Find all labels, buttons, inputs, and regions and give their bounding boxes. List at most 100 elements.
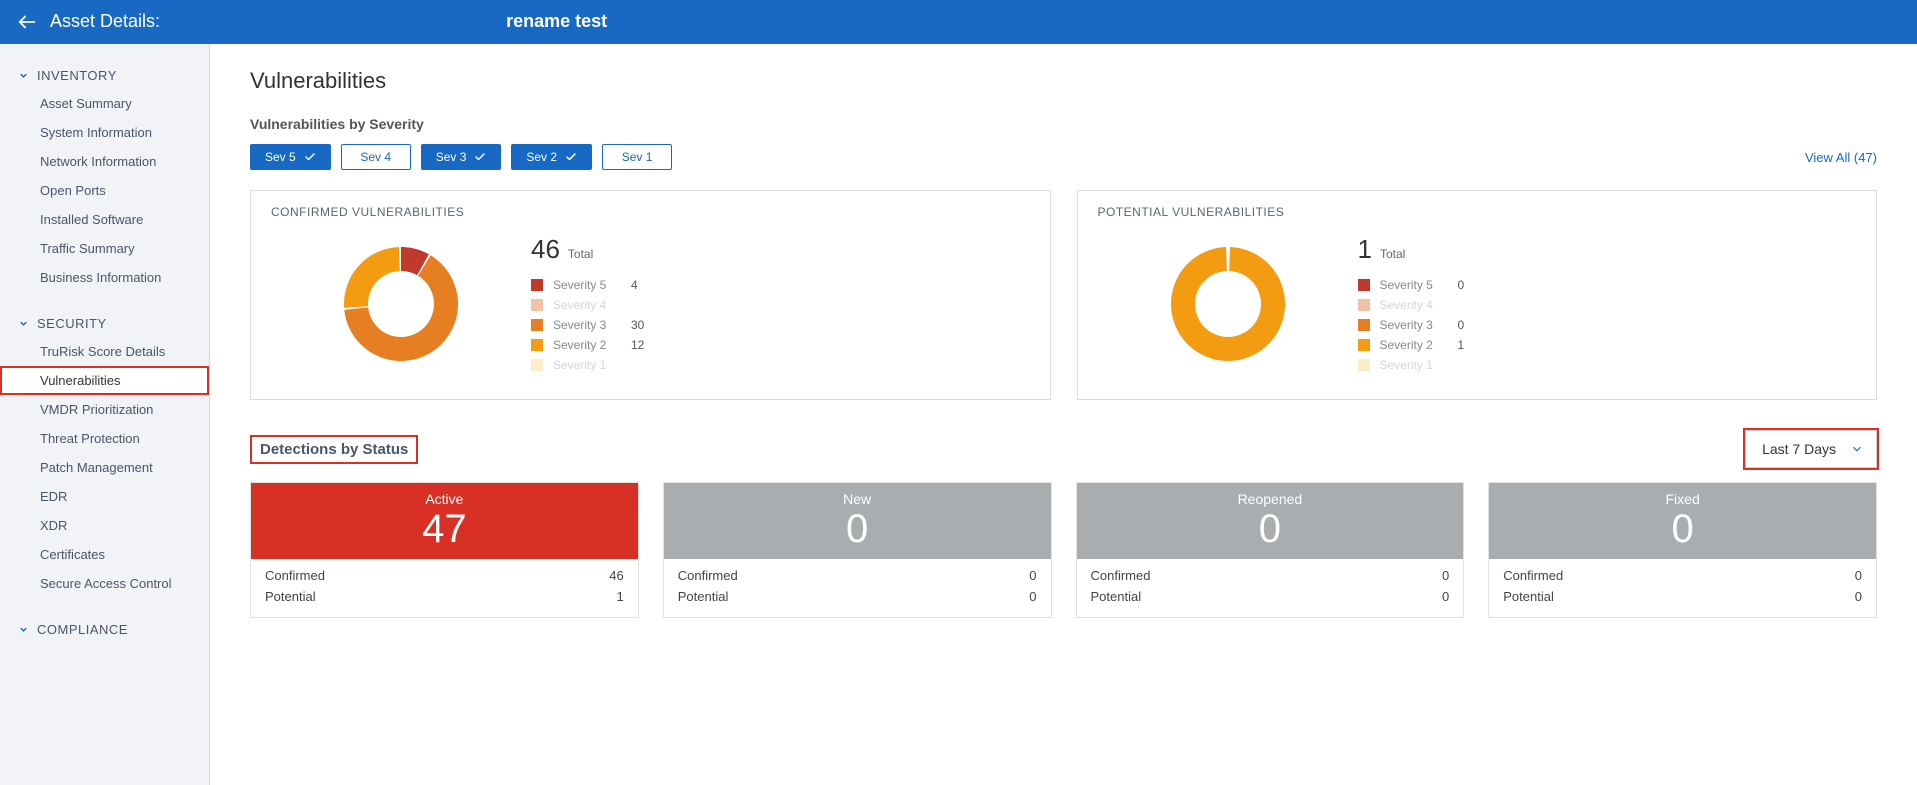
- status-name: Active: [259, 491, 630, 507]
- status-count: 0: [672, 509, 1043, 549]
- sidebar-item-system-information[interactable]: System Information: [0, 118, 209, 147]
- sidebar-item-patch-management[interactable]: Patch Management: [0, 453, 209, 482]
- legend-label: Severity 5: [553, 278, 621, 292]
- vulnerability-cards-row: CONFIRMED VULNERABILITIES 46 Total Sever…: [250, 190, 1877, 400]
- potential-vulnerabilities-card: POTENTIAL VULNERABILITIES 1 Total Severi…: [1077, 190, 1878, 400]
- sidebar-item-vulnerabilities[interactable]: Vulnerabilities: [0, 366, 209, 395]
- severity-filter-row: Sev 5 Sev 4 Sev 3 Sev 2 Sev 1 View All (47): [250, 144, 1877, 170]
- chevron-down-icon: [18, 70, 29, 81]
- sidebar-group-compliance[interactable]: COMPLIANCE: [0, 616, 209, 643]
- section-vuln-by-severity: Vulnerabilities by Severity: [250, 116, 1877, 132]
- sidebar-item-xdr[interactable]: XDR: [0, 511, 209, 540]
- status-card-new[interactable]: New0Confirmed0Potential0: [663, 482, 1052, 618]
- legend-row-sev1: Severity 1: [531, 355, 1030, 375]
- detections-header: Detections by Status Last 7 Days: [250, 430, 1877, 468]
- status-potential-row: Potential1: [265, 586, 624, 607]
- view-all-link[interactable]: View All (47): [1805, 150, 1877, 165]
- severity-swatch-icon: [531, 279, 543, 291]
- confirmed-vulnerabilities-card: CONFIRMED VULNERABILITIES 46 Total Sever…: [250, 190, 1051, 400]
- severity-swatch-icon: [1358, 299, 1370, 311]
- severity-filter-sev5[interactable]: Sev 5: [250, 144, 331, 170]
- status-card-body: Confirmed46Potential1: [251, 559, 638, 617]
- potential-legend: 1 Total Severity 50Severity 4Severity 30…: [1358, 234, 1857, 375]
- legend-row-sev3: Severity 30: [1358, 315, 1857, 335]
- legend-value: 0: [1458, 278, 1465, 292]
- legend-row-sev3: Severity 3 30: [531, 315, 1030, 335]
- status-confirmed-row: Confirmed46: [265, 565, 624, 586]
- legend-label: Severity 1: [1380, 358, 1448, 372]
- chevron-down-icon: [18, 624, 29, 635]
- sidebar-item-certificates[interactable]: Certificates: [0, 540, 209, 569]
- status-confirmed-row: Confirmed0: [1091, 565, 1450, 586]
- status-card-fixed[interactable]: Fixed0Confirmed0Potential0: [1488, 482, 1877, 618]
- date-range-select[interactable]: Last 7 Days: [1745, 430, 1877, 468]
- check-icon: [474, 151, 486, 163]
- status-card-reopened[interactable]: Reopened0Confirmed0Potential0: [1076, 482, 1465, 618]
- status-card-header: Fixed0: [1489, 483, 1876, 559]
- sidebar-item-asset-summary[interactable]: Asset Summary: [0, 89, 209, 118]
- sidebar-item-edr[interactable]: EDR: [0, 482, 209, 511]
- legend-label: Severity 4: [553, 298, 621, 312]
- detections-by-status-title: Detections by Status: [250, 435, 418, 464]
- confirmed-card-title: CONFIRMED VULNERABILITIES: [271, 205, 1030, 219]
- legend-row-sev5: Severity 5 4: [531, 275, 1030, 295]
- severity-swatch-icon: [531, 339, 543, 351]
- sidebar-item-secure-access-control[interactable]: Secure Access Control: [0, 569, 209, 598]
- potential-card-title: POTENTIAL VULNERABILITIES: [1098, 205, 1857, 219]
- sidebar-group-inventory[interactable]: INVENTORY: [0, 62, 209, 89]
- severity-filter-sev3[interactable]: Sev 3: [421, 144, 502, 170]
- sidebar: INVENTORYAsset SummarySystem Information…: [0, 44, 210, 785]
- severity-swatch-icon: [1358, 279, 1370, 291]
- severity-swatch-icon: [531, 359, 543, 371]
- potential-donut-chart: [1098, 229, 1358, 379]
- page-header-title: Asset Details: rename test: [50, 11, 607, 33]
- confirmed-total-value: 46: [531, 234, 560, 265]
- status-count: 0: [1085, 509, 1456, 549]
- title-suffix: rename test: [506, 11, 607, 31]
- asset-name-redacted: [165, 11, 495, 33]
- status-count: 47: [259, 509, 630, 549]
- chevron-down-icon: [1850, 442, 1864, 456]
- status-card-active[interactable]: Active 47 Confirmed46Potential1: [250, 482, 639, 618]
- legend-value: 1: [1458, 338, 1465, 352]
- total-label: Total: [1380, 247, 1405, 261]
- status-card-header: New0: [664, 483, 1051, 559]
- sidebar-item-business-information[interactable]: Business Information: [0, 263, 209, 292]
- status-card-body: Confirmed0Potential0: [664, 559, 1051, 617]
- severity-filter-sev4[interactable]: Sev 4: [341, 144, 411, 170]
- confirmed-donut-chart: [271, 229, 531, 379]
- legend-value: 30: [631, 318, 644, 332]
- status-cards-row: Active47Confirmed46Potential1New0Confirm…: [250, 482, 1877, 618]
- severity-filter-sev1[interactable]: Sev 1: [602, 144, 672, 170]
- legend-row-sev4: Severity 4: [1358, 295, 1857, 315]
- sidebar-item-installed-software[interactable]: Installed Software: [0, 205, 209, 234]
- date-range-value: Last 7 Days: [1762, 441, 1836, 457]
- legend-value: 12: [631, 338, 644, 352]
- legend-label: Severity 1: [553, 358, 621, 372]
- status-confirmed-row: Confirmed0: [678, 565, 1037, 586]
- legend-label: Severity 3: [553, 318, 621, 332]
- legend-row-sev5: Severity 50: [1358, 275, 1857, 295]
- arrow-left-icon: [16, 11, 38, 33]
- total-label: Total: [568, 247, 593, 261]
- sidebar-item-vmdr-prioritization[interactable]: VMDR Prioritization: [0, 395, 209, 424]
- severity-swatch-icon: [1358, 359, 1370, 371]
- back-button[interactable]: [14, 9, 40, 35]
- legend-row-sev2: Severity 21: [1358, 335, 1857, 355]
- sidebar-item-threat-protection[interactable]: Threat Protection: [0, 424, 209, 453]
- confirmed-legend: 46 Total Severity 5 4 Severity 4 Severity 3…: [531, 234, 1030, 375]
- sidebar-item-network-information[interactable]: Network Information: [0, 147, 209, 176]
- status-name: Reopened: [1085, 491, 1456, 507]
- severity-filter-sev2[interactable]: Sev 2: [511, 144, 592, 170]
- legend-label: Severity 2: [553, 338, 621, 352]
- check-icon: [304, 151, 316, 163]
- sidebar-group-security[interactable]: SECURITY: [0, 310, 209, 337]
- status-card-body: Confirmed0Potential0: [1489, 559, 1876, 617]
- sidebar-item-open-ports[interactable]: Open Ports: [0, 176, 209, 205]
- status-potential-row: Potential0: [1503, 586, 1862, 607]
- sidebar-item-trurisk-score-details[interactable]: TruRisk Score Details: [0, 337, 209, 366]
- sidebar-item-traffic-summary[interactable]: Traffic Summary: [0, 234, 209, 263]
- legend-value: 4: [631, 278, 638, 292]
- topbar: Asset Details: rename test: [0, 0, 1917, 44]
- status-name: Fixed: [1497, 491, 1868, 507]
